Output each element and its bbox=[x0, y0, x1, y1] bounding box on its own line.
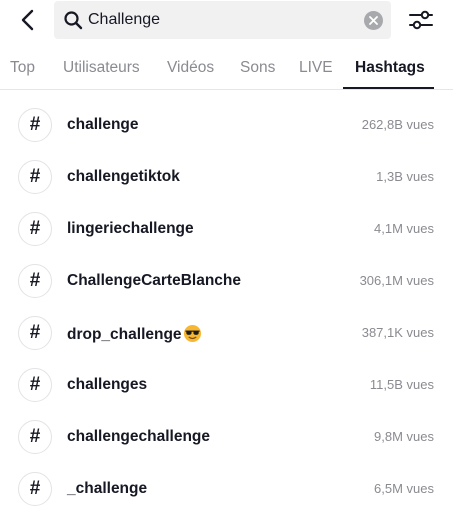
hashtag-icon: # bbox=[18, 420, 52, 454]
hashtag-name: drop_challenge bbox=[67, 326, 182, 343]
hashtag-name: challengetiktok bbox=[67, 168, 180, 185]
sliders-icon bbox=[409, 10, 433, 30]
hashtag-row[interactable]: # challengechallenge 9,8M vues bbox=[0, 410, 453, 462]
hashtag-row[interactable]: # drop_challenge 387,1K vues bbox=[0, 306, 453, 358]
hashtag-icon: # bbox=[18, 472, 52, 506]
hashtag-row[interactable]: # challengetiktok 1,3B vues bbox=[0, 150, 453, 202]
tab-top[interactable]: Top bbox=[10, 59, 35, 77]
hashtag-row[interactable]: # lingeriechallenge 4,1M vues bbox=[0, 202, 453, 254]
hashtag-row[interactable]: # ChallengeCarteBlanche 306,1M vues bbox=[0, 254, 453, 306]
tab-hashtags[interactable]: Hashtags bbox=[355, 59, 425, 77]
search-input[interactable] bbox=[88, 1, 358, 39]
hashtag-row[interactable]: # challenges 11,5B vues bbox=[0, 358, 453, 410]
top-bar bbox=[0, 0, 453, 40]
filter-button[interactable] bbox=[406, 7, 436, 33]
hashtag-name: lingeriechallenge bbox=[67, 220, 194, 237]
search-icon bbox=[64, 11, 83, 30]
hashtag-icon: # bbox=[18, 212, 52, 246]
tab-bar: Top Utilisateurs Vidéos Sons LIVE Hashta… bbox=[0, 48, 453, 90]
tab-videos[interactable]: Vidéos bbox=[167, 59, 214, 77]
tab-live[interactable]: LIVE bbox=[299, 59, 333, 77]
hashtag-views: 1,3B vues bbox=[376, 169, 434, 184]
hashtag-views: 387,1K vues bbox=[361, 325, 434, 340]
hashtag-views: 262,8B vues bbox=[361, 117, 434, 132]
hashtag-row[interactable]: # _challenge 6,5M vues bbox=[0, 462, 453, 512]
hashtag-views: 4,1M vues bbox=[374, 221, 434, 236]
hashtag-name: challenges bbox=[67, 376, 148, 393]
hashtag-icon: # bbox=[18, 108, 52, 142]
hashtag-icon: # bbox=[18, 368, 52, 402]
hashtag-icon: # bbox=[18, 160, 52, 194]
tab-users[interactable]: Utilisateurs bbox=[63, 59, 140, 77]
chevron-left-icon bbox=[21, 9, 34, 31]
clear-search-button[interactable] bbox=[364, 11, 383, 30]
hashtag-row[interactable]: # challenge 262,8B vues bbox=[0, 98, 453, 150]
hashtag-icon: # bbox=[18, 264, 52, 298]
sunglasses-emoji-icon bbox=[183, 324, 201, 343]
hashtag-name: _challenge bbox=[67, 480, 148, 497]
hashtag-views: 9,8M vues bbox=[374, 429, 434, 444]
hashtag-name: challenge bbox=[67, 116, 139, 133]
active-tab-indicator bbox=[343, 87, 434, 89]
hashtag-views: 6,5M vues bbox=[374, 481, 434, 496]
hashtag-name-with-emoji: drop_challenge bbox=[67, 324, 202, 344]
clear-icon bbox=[369, 16, 378, 25]
tab-sounds[interactable]: Sons bbox=[240, 59, 275, 77]
hashtag-name: challengechallenge bbox=[67, 428, 210, 445]
hashtag-views: 11,5B vues bbox=[369, 377, 434, 392]
back-button[interactable] bbox=[14, 6, 40, 34]
hashtag-icon: # bbox=[18, 316, 52, 350]
search-box[interactable] bbox=[54, 1, 391, 39]
hashtag-views: 306,1M vues bbox=[359, 273, 434, 288]
hashtag-name: ChallengeCarteBlanche bbox=[67, 272, 241, 289]
